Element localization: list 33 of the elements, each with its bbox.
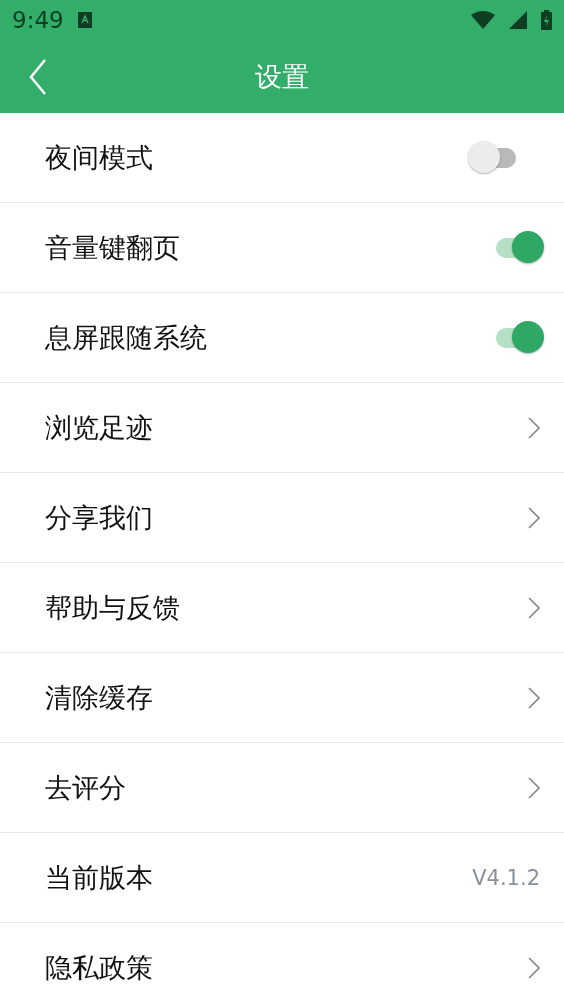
- battery-charging-icon: [541, 10, 552, 30]
- row-label: 去评分: [45, 770, 127, 805]
- settings-row[interactable]: 息屏跟随系统: [0, 293, 564, 383]
- chevron-right-icon: [528, 686, 540, 709]
- chevron-right-icon: [528, 776, 540, 799]
- settings-row[interactable]: 清除缓存: [0, 653, 564, 743]
- keyboard-notification-icon: [77, 12, 92, 28]
- chevron-right-icon: [528, 956, 540, 979]
- settings-row[interactable]: 帮助与反馈: [0, 563, 564, 653]
- settings-row[interactable]: 浏览足迹: [0, 383, 564, 473]
- status-time: 9:49: [12, 7, 64, 33]
- row-label: 息屏跟随系统: [45, 320, 208, 355]
- settings-row[interactable]: 夜间模式: [0, 113, 564, 203]
- row-label: 分享我们: [45, 500, 154, 535]
- chevron-right-icon: [528, 416, 540, 439]
- chevron-right-icon: [528, 596, 540, 619]
- signal-icon: [509, 11, 527, 29]
- page-title: 设置: [255, 59, 309, 94]
- settings-row[interactable]: 音量键翻页: [0, 203, 564, 293]
- row-label: 清除缓存: [45, 680, 154, 715]
- settings-row[interactable]: 当前版本 V4.1.2: [0, 833, 564, 923]
- row-label: 隐私政策: [45, 950, 154, 985]
- settings-row[interactable]: 隐私政策: [0, 923, 564, 1004]
- row-label: 浏览足迹: [45, 410, 154, 445]
- row-label: 音量键翻页: [45, 230, 181, 265]
- row-label: 帮助与反馈: [45, 590, 181, 625]
- settings-row[interactable]: 去评分: [0, 743, 564, 833]
- row-label: 夜间模式: [45, 140, 154, 175]
- settings-row[interactable]: 分享我们: [0, 473, 564, 563]
- row-label: 当前版本: [45, 860, 154, 895]
- wifi-icon: [471, 11, 495, 29]
- version-value: V4.1.2: [472, 865, 540, 890]
- chevron-right-icon: [528, 506, 540, 529]
